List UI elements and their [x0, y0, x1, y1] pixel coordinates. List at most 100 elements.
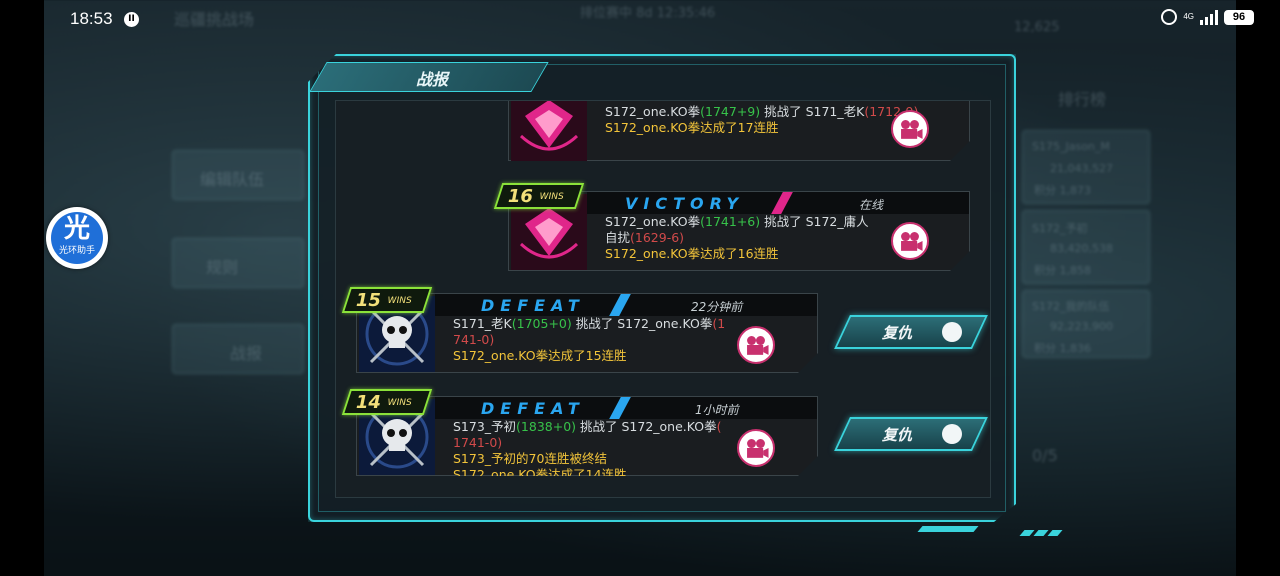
assistant-float-button[interactable]: 光 光环助手: [46, 207, 108, 269]
battle-text-line: S172_one.KO拳(1741+6) 挑战了 S172_庸人: [605, 214, 925, 230]
win-streak-badge: 15 WINS: [341, 287, 433, 313]
battle-result: DEFEAT: [481, 399, 585, 418]
bg-rank-power-1: 21,043,527: [1050, 162, 1113, 175]
battle-text-segment: S171_老K: [453, 316, 512, 331]
feather-icon: [942, 322, 962, 342]
battle-text-segment: (1741+6): [700, 214, 761, 229]
battle-text-line: S173_予初(1838+0) 挑战了 S172_one.KO拳(: [453, 419, 773, 435]
bg-rank-name-3: S172_我的队伍: [1032, 300, 1110, 313]
left-edge: [0, 0, 44, 576]
replay-video-button[interactable]: [891, 222, 929, 260]
video-camera-icon: [893, 112, 927, 146]
battle-time: 1小时前: [695, 403, 739, 417]
replay-video-button[interactable]: [737, 429, 775, 467]
right-edge: [1236, 0, 1280, 576]
battle-text-segment: 挑战了 S172_one.KO拳: [576, 419, 717, 434]
battle-text-line: 自扰(1629-6): [605, 230, 925, 246]
battle-text-line: S173_予初的70连胜被终结: [453, 451, 773, 467]
battle-time: 在线: [859, 198, 884, 212]
win-streak-label: WINS: [539, 192, 564, 202]
bg-btn-report-label: 战报: [230, 344, 263, 363]
battle-text-segment: 1741-0): [453, 435, 503, 450]
battle-text-segment: (1747+9): [700, 104, 761, 119]
battle-result: DEFEAT: [481, 296, 585, 315]
battle-text-line: S172_one.KO拳(1747+9) 挑战了 S171_老K(1712-9): [605, 104, 925, 120]
win-streak-badge: 14 WINS: [341, 389, 433, 415]
win-streak-label: WINS: [387, 296, 412, 306]
win-streak-count: 14: [355, 392, 381, 413]
bg-rank-power-2: 83,420,538: [1050, 242, 1113, 255]
revenge-label: 复仇: [882, 426, 913, 444]
battle-text-segment: (1: [712, 316, 726, 331]
dialog-title: 战报: [416, 70, 449, 89]
battle-text-segment: (1705+0): [511, 316, 572, 331]
assistant-logo-icon: 光 光环助手: [51, 212, 103, 264]
bg-season: 排位赛中 8d 12:35:46: [580, 6, 716, 21]
battle-text: S172_one.KO拳(1741+6) 挑战了 S172_庸人 自扰(1629-…: [605, 214, 925, 262]
win-streak-count: 15: [355, 290, 381, 311]
video-camera-icon: [739, 328, 773, 362]
victory-emblem-icon: [511, 100, 587, 162]
battle-text-line: S172_one.KO拳达成了14连胜: [453, 467, 773, 483]
battle-text-segment: (1838+0): [516, 419, 577, 434]
feather-icon: [942, 424, 962, 444]
replay-video-button[interactable]: [737, 326, 775, 364]
battle-text-line: S172_one.KO拳达成了16连胜: [605, 246, 925, 262]
bg-rank-name-2: S172_予初: [1032, 222, 1088, 235]
battle-time: 22分钟前: [691, 300, 743, 314]
battle-text: S171_老K(1705+0) 挑战了 S172_one.KO拳(1 741-0)…: [453, 316, 773, 364]
status-icons: 4G 96: [1161, 9, 1254, 25]
revenge-button[interactable]: 复仇: [834, 417, 988, 451]
battle-text-segment: (: [716, 419, 722, 434]
battle-text-segment: S173_予初: [453, 419, 517, 434]
battle-text-segment: S172_one.KO拳达成了17连胜: [605, 120, 779, 135]
bg-rank-power-3: 92,223,900: [1050, 320, 1113, 333]
battle-text-segment: 741-0): [453, 332, 495, 347]
battle-text-segment: S173_予初的70连胜被终结: [453, 451, 607, 466]
win-streak-label: WINS: [387, 398, 412, 408]
revenge-button[interactable]: 复仇: [834, 315, 988, 349]
win-streak-count: 16: [507, 186, 533, 207]
bg-rank-title: 排行榜: [1058, 90, 1107, 109]
signal-icon: [1200, 9, 1218, 25]
assistant-char: 光: [63, 214, 90, 244]
network-label: 4G: [1183, 12, 1194, 21]
battle-text-segment: 挑战了 S171_老K: [760, 104, 865, 119]
battle-text: S173_予初(1838+0) 挑战了 S172_one.KO拳(1741-0)…: [453, 419, 773, 483]
battle-text-line: S171_老K(1705+0) 挑战了 S172_one.KO拳(1: [453, 316, 773, 332]
status-time: 18:53: [70, 9, 113, 28]
battle-text-line: 1741-0): [453, 435, 773, 451]
revenge-label: 复仇: [882, 324, 913, 342]
app-badge-icon: II: [124, 12, 139, 27]
battle-text-segment: 自扰: [605, 230, 631, 245]
bg-rank-score-1: 积分 1,873: [1034, 184, 1091, 197]
win-streak-badge: 16 WINS: [493, 183, 585, 209]
bg-rank-score-2: 积分 1,858: [1034, 264, 1091, 277]
assistant-label: 光环助手: [58, 246, 95, 256]
battle-text-segment: S172_one.KO拳达成了16连胜: [605, 246, 779, 261]
video-camera-icon: [893, 224, 927, 258]
battle-text-segment: (1629-6): [630, 230, 685, 245]
battle-card: S172_one.KO拳(1747+9) 挑战了 S171_老K(1712-9)…: [508, 100, 970, 161]
battle-text-segment: S172_one.KO拳: [605, 104, 701, 119]
bg-btn-rules-label: 规则: [206, 258, 239, 277]
bg-title: 巡疆挑战场: [174, 10, 255, 29]
battle-text-segment: S172_one.KO拳达成了14连胜: [453, 467, 627, 482]
battle-text-segment: 挑战了 S172_one.KO拳: [571, 316, 713, 331]
bg-rank-name-1: S175_Jason_M: [1032, 140, 1110, 153]
dialog-decoration: [916, 520, 1063, 540]
replay-video-button[interactable]: [891, 110, 929, 148]
battle-text-line: S172_one.KO拳达成了17连胜: [605, 120, 925, 136]
alarm-icon: [1161, 9, 1178, 25]
bg-rank-score-3: 积分 1,836: [1034, 342, 1091, 355]
battle-result: VICTORY: [625, 194, 745, 213]
battle-text-line: S172_one.KO拳达成了15连胜: [453, 348, 773, 364]
bg-btn-edit-label: 编辑队伍: [200, 170, 265, 189]
battle-text-segment: S172_one.KO拳达成了15连胜: [453, 348, 627, 363]
battle-text: S172_one.KO拳(1747+9) 挑战了 S171_老K(1712-9)…: [605, 104, 925, 136]
battery-icon: 96: [1224, 9, 1254, 25]
battle-text-segment: S172_one.KO拳: [605, 214, 701, 229]
bg-currency: 12,625: [1014, 20, 1060, 35]
battle-list[interactable]: S172_one.KO拳(1747+9) 挑战了 S171_老K(1712-9)…: [335, 100, 991, 498]
battle-text-segment: 挑战了 S172_庸人: [760, 214, 869, 229]
